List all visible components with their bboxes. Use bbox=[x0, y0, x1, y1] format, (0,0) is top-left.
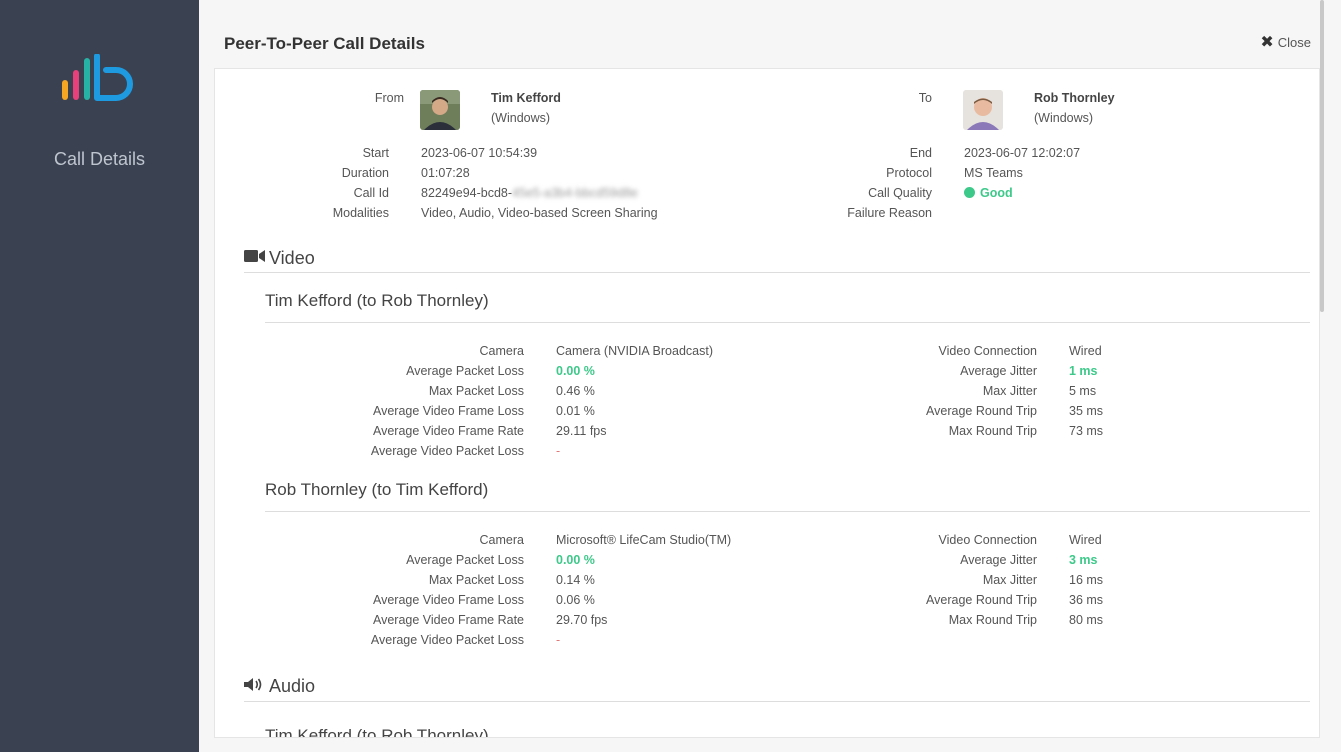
metric-value: 29.70 fps bbox=[556, 613, 608, 627]
metric-label: Average Round Trip bbox=[926, 404, 1037, 418]
stream-divider bbox=[265, 322, 1310, 323]
end-label: End bbox=[909, 146, 932, 160]
metric-label: Max Jitter bbox=[982, 384, 1037, 398]
from-label: From bbox=[374, 91, 404, 105]
metric-value: - bbox=[556, 633, 561, 647]
metric-label: Average Packet Loss bbox=[406, 553, 524, 567]
main-content: Peer-To-Peer Call Details ✖ Close From Ti… bbox=[199, 0, 1341, 752]
metric-label: Average Jitter bbox=[960, 553, 1037, 567]
scrollbar-thumb[interactable] bbox=[1320, 0, 1324, 312]
metric-value: 73 ms bbox=[1069, 424, 1104, 438]
metric-value: 5 ms bbox=[1069, 384, 1097, 398]
metric-value: 29.11 fps bbox=[556, 424, 607, 438]
section-title-audio: Audio bbox=[269, 676, 316, 696]
quality-value: Good bbox=[964, 186, 1013, 200]
metric-value: Wired bbox=[1069, 533, 1102, 547]
metric-label: Average Round Trip bbox=[926, 593, 1037, 607]
metric-label: Camera bbox=[479, 533, 524, 547]
stream-divider bbox=[265, 511, 1310, 512]
scrollbar[interactable] bbox=[1320, 0, 1341, 752]
from-os: (Windows) bbox=[491, 111, 551, 125]
protocol-label: Protocol bbox=[886, 166, 932, 180]
section-divider bbox=[244, 272, 1310, 273]
video-camera-icon bbox=[244, 250, 265, 262]
metric-label: Max Jitter bbox=[982, 573, 1037, 587]
metric-label: Average Video Frame Loss bbox=[372, 593, 524, 607]
metric-value: Microsoft® LifeCam Studio(TM) bbox=[556, 533, 732, 547]
to-os: (Windows) bbox=[1034, 111, 1094, 125]
metric-label: Average Video Frame Rate bbox=[372, 613, 524, 627]
callid-value[interactable]: 82249e94-bcd8-45e5-a3b4-bbcd59d8e bbox=[421, 186, 638, 200]
from-name: Tim Kefford bbox=[491, 91, 561, 105]
close-label: Close bbox=[1277, 35, 1311, 50]
stream-title: Rob Thornley (to Tim Kefford) bbox=[265, 480, 489, 499]
duration-value: 01:07:28 bbox=[421, 166, 470, 180]
metric-value: 0.01 % bbox=[556, 404, 595, 418]
modalities-label: Modalities bbox=[332, 206, 389, 220]
metric-value: 0.06 % bbox=[556, 593, 595, 607]
details-panel: From Tim Kefford (Windows) To Rob Thornl… bbox=[214, 68, 1320, 738]
end-value: 2023-06-07 12:02:07 bbox=[964, 146, 1081, 160]
sidebar: Call Details bbox=[0, 0, 199, 752]
metric-label: Max Packet Loss bbox=[428, 573, 524, 587]
metric-value: Camera (NVIDIA Broadcast) bbox=[556, 344, 713, 358]
stream-title: Tim Kefford (to Rob Thornley) bbox=[265, 291, 489, 310]
close-button[interactable]: ✖ Close bbox=[1260, 32, 1311, 52]
from-avatar-image bbox=[420, 90, 460, 130]
metric-value: 1 ms bbox=[1069, 364, 1098, 378]
page-title: Peer-To-Peer Call Details bbox=[224, 34, 425, 53]
metric-label: Average Video Packet Loss bbox=[370, 633, 524, 647]
metric-label: Max Packet Loss bbox=[428, 384, 524, 398]
metric-value: 0.14 % bbox=[556, 573, 595, 587]
close-icon: ✖ bbox=[1260, 34, 1274, 51]
brand-logo[interactable] bbox=[60, 54, 136, 102]
metric-value: 0.46 % bbox=[556, 384, 595, 398]
sidebar-item-call-details[interactable]: Call Details bbox=[0, 149, 199, 170]
to-label: To bbox=[918, 91, 932, 105]
protocol-value: MS Teams bbox=[964, 166, 1023, 180]
section-title-video: Video bbox=[269, 248, 315, 268]
metric-value: 0.00 % bbox=[556, 364, 595, 378]
duration-label: Duration bbox=[341, 166, 389, 180]
avatar bbox=[420, 90, 460, 130]
quality-label: Call Quality bbox=[868, 186, 932, 200]
metric-label: Average Video Frame Rate bbox=[372, 424, 524, 438]
metric-label: Video Connection bbox=[938, 344, 1037, 358]
metric-label: Average Jitter bbox=[960, 364, 1037, 378]
metric-value: Wired bbox=[1069, 344, 1102, 358]
metric-label: Max Round Trip bbox=[948, 424, 1037, 438]
callid-redacted: 45e5-a3b4-bbcd59d8e bbox=[512, 186, 638, 200]
metric-label: Video Connection bbox=[938, 533, 1037, 547]
speaker-icon bbox=[244, 678, 262, 691]
metric-value: 0.00 % bbox=[556, 553, 595, 567]
metric-value: 16 ms bbox=[1069, 573, 1104, 587]
metric-label: Max Round Trip bbox=[948, 613, 1037, 627]
callid-visible: 82249e94-bcd8- bbox=[421, 186, 513, 200]
section-divider bbox=[244, 701, 1310, 702]
avatar bbox=[963, 90, 1003, 130]
metric-value: 3 ms bbox=[1069, 553, 1098, 567]
start-label: Start bbox=[362, 146, 389, 160]
metric-label: Average Video Frame Loss bbox=[372, 404, 524, 418]
to-name: Rob Thornley bbox=[1034, 91, 1115, 105]
metric-label: Average Packet Loss bbox=[406, 364, 524, 378]
metric-value: - bbox=[556, 444, 561, 458]
audio-stream-title: Tim Kefford (to Rob Thornley) bbox=[265, 726, 489, 738]
status-dot-icon bbox=[964, 187, 975, 198]
callid-label: Call Id bbox=[353, 186, 389, 200]
modalities-value: Video, Audio, Video-based Screen Sharing bbox=[421, 206, 658, 220]
start-value: 2023-06-07 10:54:39 bbox=[421, 146, 538, 160]
to-avatar-image bbox=[963, 90, 1003, 130]
failure-label: Failure Reason bbox=[847, 206, 932, 220]
metric-label: Average Video Packet Loss bbox=[370, 444, 524, 458]
quality-text: Good bbox=[980, 186, 1013, 200]
metric-value: 35 ms bbox=[1069, 404, 1104, 418]
metric-value: 36 ms bbox=[1069, 593, 1104, 607]
metric-value: 80 ms bbox=[1069, 613, 1104, 627]
metric-label: Camera bbox=[479, 344, 524, 358]
